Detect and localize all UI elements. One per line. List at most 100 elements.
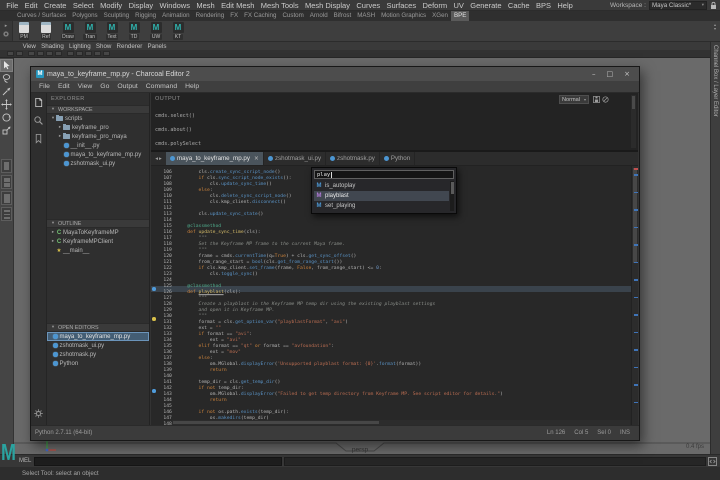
select-tool[interactable] [0,59,13,72]
bookmark-icon[interactable] [33,133,44,144]
shelf-button-ref[interactable]: Ref [35,21,57,40]
arrow-down-icon[interactable]: ▾ [714,27,716,31]
viewport-toolbar-icon[interactable] [76,51,83,56]
viewport-toolbar-icon[interactable] [28,51,35,56]
viewport-toolbar-icon[interactable] [103,51,110,56]
shelf-tab-fx[interactable]: FX [227,11,241,21]
panel-menu-panels[interactable]: Panels [145,43,169,50]
workspace-section-header[interactable]: ▾ WORKSPACE [47,105,149,114]
charcoal-menu-help[interactable]: Help [181,83,203,90]
shelf-tab-arnold[interactable]: Arnold [307,11,331,21]
autocomplete-scrollbar[interactable] [450,181,454,211]
tree-item-keyframe-pro[interactable]: ▸keyframe_pro [47,123,149,132]
scale-tool[interactable] [0,124,13,137]
maya-menu-surfaces[interactable]: Surfaces [383,1,419,10]
viewport-toolbar-icon[interactable] [46,51,53,56]
viewport-toolbar-icon[interactable] [94,51,101,56]
outline-section-header[interactable]: ▾ OUTLINE [47,219,149,228]
open-editor-zshotmask-ui-py[interactable]: zshotmask_ui.py [47,341,149,350]
charcoal-titlebar[interactable]: M maya_to_keyframe_mp.py - Charcoal Edit… [31,67,639,81]
shelf-menu-icon[interactable]: ▸ [5,23,8,29]
viewport-toolbar-icon[interactable] [67,51,74,56]
layout-preset-single[interactable] [1,159,12,173]
tree-item-zshotmask-ui-py[interactable]: zshotmask_ui.py [47,159,149,168]
maya-menu-modify[interactable]: Modify [97,1,125,10]
tab-scroll-right-icon[interactable]: ▸ [159,156,162,162]
move-tool[interactable] [0,98,13,111]
panel-menu-shading[interactable]: Shading [39,43,67,50]
lock-icon[interactable] [710,1,717,10]
editor-tab-maya-to-keyframe-mp-py[interactable]: maya_to_keyframe_mp.py× [166,152,264,165]
shelf-button-pm[interactable]: PM [13,21,35,40]
panel-menu-view[interactable]: View [20,43,39,50]
script-editor-icon[interactable] [708,457,717,466]
shelf-tab-mash[interactable]: MASH [354,11,378,21]
completion-item-is_autoplay[interactable]: Mis_autoplay [314,181,449,191]
maya-menu-edit-mesh[interactable]: Edit Mesh [218,1,258,10]
output-mode-dropdown[interactable]: Normal ▾ [559,95,589,104]
editor-tab-zshotmask-py[interactable]: zshotmask.py [326,152,380,165]
shelf-button-kt[interactable]: MKT [167,21,189,40]
charcoal-menu-go[interactable]: Go [96,83,113,90]
shelf-button-uw[interactable]: MUW [145,21,167,40]
editor-tab-zshotmask-ui-py[interactable]: zshotmask_ui.py [264,152,326,165]
maya-menu-mesh[interactable]: Mesh [193,1,218,10]
output-log[interactable]: cmds.select()cmds.about()cmds.polySelect [155,104,622,149]
layout-preset-outliner[interactable] [1,207,12,221]
shelf-gear-icon[interactable] [2,30,10,38]
maya-menu-mesh-tools[interactable]: Mesh Tools [258,1,302,10]
outline-item-KeyframeMPClient[interactable]: ▸CKeyframeMPClient [47,237,149,246]
output-scrollbar[interactable] [631,95,636,148]
tab-scroll-arrows[interactable]: ◂ ▸ [151,152,166,165]
channel-box-collapsed[interactable]: Channel Box / Layer Editor [710,42,720,454]
maya-menu-create[interactable]: Create [41,1,70,10]
maya-menu-generate[interactable]: Generate [467,1,505,10]
maya-menu-file[interactable]: File [3,1,21,10]
maya-menu-help[interactable]: Help [554,1,576,10]
gear-icon[interactable] [33,408,44,419]
lasso-tool[interactable] [0,72,13,85]
shelf-tab-rigging[interactable]: Rigging [132,11,159,21]
charcoal-menu-view[interactable]: View [74,83,97,90]
shelf-tab-rendering[interactable]: Rendering [193,11,228,21]
shelf-tab-bifrost[interactable]: Bifrost [331,11,355,21]
paint-select-tool[interactable] [0,85,13,98]
open-editor-maya-to-keyframe-mp-py[interactable]: maya_to_keyframe_mp.py [47,332,149,341]
charcoal-menu-edit[interactable]: Edit [54,83,74,90]
completion-item-playblast[interactable]: Mplayblast [314,191,449,201]
maya-menu-curves[interactable]: Curves [353,1,383,10]
tree-item-keyframe-pro-maya[interactable]: ▸keyframe_pro_maya [47,132,149,141]
shelf-scroll-arrows[interactable]: ▴ ▾ [710,21,720,31]
panel-menu-lighting[interactable]: Lighting [66,43,93,50]
editor-vertical-scrollbar[interactable] [631,166,638,425]
shelf-button-text[interactable]: MText [101,21,123,40]
viewport-toolbar-icon[interactable] [85,51,92,56]
command-result-field[interactable] [284,457,706,466]
shelf-tab-polygons[interactable]: Polygons [69,11,100,21]
panel-menu-show[interactable]: Show [93,43,114,50]
shelf-tab-animation[interactable]: Animation [159,11,193,21]
shelf-tab-fx-caching[interactable]: FX Caching [241,11,279,21]
tab-close-icon[interactable]: × [254,155,259,162]
workspace-dropdown[interactable]: Maya Classic* ▾ [649,1,707,10]
editor-tab-Python[interactable]: Python [380,152,415,165]
maya-menu-uv[interactable]: UV [450,1,467,10]
close-button[interactable]: × [624,70,630,78]
shelf-controls[interactable]: ▸ [0,21,13,41]
shelf-button-tran[interactable]: MTran [79,21,101,40]
maya-menu-windows[interactable]: Windows [156,1,193,10]
minimize-button[interactable]: – [592,70,596,78]
shelf-tab-sculpting[interactable]: Sculpting [101,11,132,21]
outline-item--main-[interactable]: ★__main__ [47,246,149,255]
completion-item-set_playing[interactable]: Mset_playing [314,201,449,211]
charcoal-menu-file[interactable]: File [35,83,54,90]
code-editor[interactable]: 106 cls.create_sync_script_node()107 if … [151,166,638,425]
open-editor-zshotmask-py[interactable]: zshotmask.py [47,350,149,359]
mel-input-field[interactable] [34,457,282,466]
maya-menu-bps[interactable]: BPS [533,1,554,10]
maya-menu-cache[interactable]: Cache [505,1,533,10]
maya-menu-edit[interactable]: Edit [21,1,40,10]
search-icon[interactable] [33,115,44,126]
tree-item-scripts[interactable]: ▾scripts [47,114,149,123]
tree-item-maya-to-keyframe-mp-py[interactable]: maya_to_keyframe_mp.py [47,150,149,159]
